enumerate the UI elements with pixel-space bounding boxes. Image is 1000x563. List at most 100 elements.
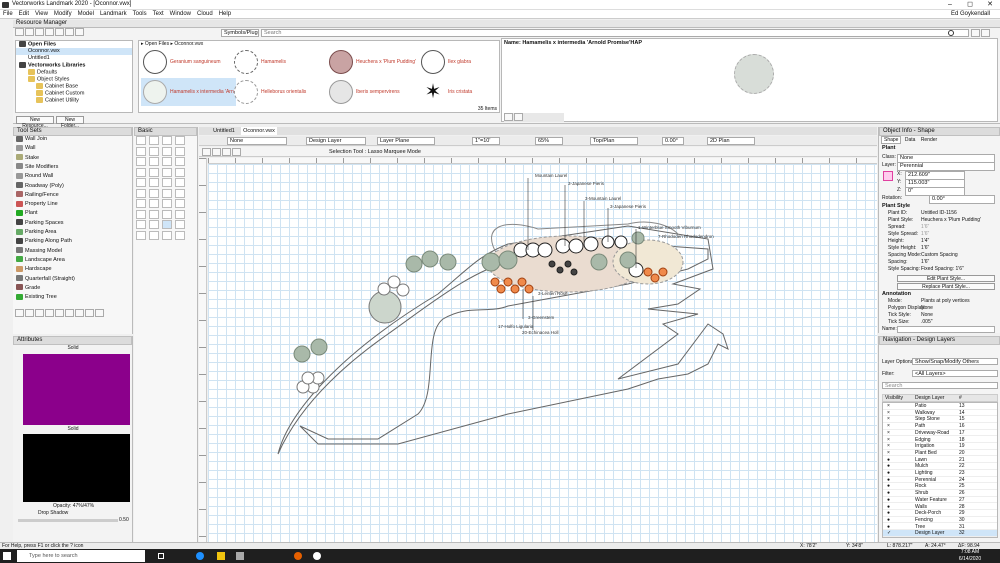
symbol-thumbnail[interactable] [421,50,445,74]
opacity-label[interactable]: Opacity: 47%/47% [53,503,94,509]
search-icon[interactable] [948,30,954,36]
menu-tools[interactable]: Tools [130,10,150,19]
tab-data[interactable]: Data [903,137,918,143]
rotation-field[interactable]: 0.00° [929,195,995,204]
grid-view-icon[interactable] [971,29,980,37]
tab-untitled1[interactable]: Untitled1 [209,127,239,135]
basic-tool-icon[interactable] [136,178,146,187]
selection-mode-icon[interactable] [202,148,211,156]
menu-edit[interactable]: Edit [16,10,32,19]
col-visibility[interactable]: Visibility [885,395,903,402]
layer-row[interactable]: ● Water Feature 27 [883,497,997,504]
fill-style-select[interactable]: Solid [15,345,131,352]
visibility-toggle[interactable]: ● [887,457,890,464]
layer-field[interactable]: Perennial [897,162,995,171]
basic-tool-icon[interactable] [149,136,159,145]
tool-item[interactable]: Parking Area [13,228,132,237]
tool-item[interactable]: Grade [13,284,132,293]
minimize-button[interactable]: – [940,0,960,10]
basic-tool-icon[interactable] [162,188,172,198]
scale-select[interactable]: 1"=10' [472,137,500,145]
tool-item[interactable]: Parking Spaces [13,219,132,228]
rectangle-mode-icon[interactable] [222,148,231,156]
symbol-thumbnail[interactable] [234,50,258,74]
menu-help[interactable]: Help [216,10,234,19]
layer-row[interactable]: ✓ Design Layer 32 [883,530,997,537]
name-field[interactable] [897,326,995,333]
basic-tool-icon[interactable] [136,136,146,145]
col-number[interactable]: # [959,395,962,402]
new-folder-button[interactable]: New Folder... [56,116,84,129]
visibility-toggle[interactable]: × [887,430,890,437]
visibility-toggle[interactable]: × [887,403,890,410]
user-name[interactable]: Ed Goykendall [951,10,990,19]
resource-search-input[interactable]: Search [261,29,969,37]
tool-item[interactable]: Hardscape [13,265,132,274]
tool-item[interactable]: Round Wall [13,172,132,181]
tool-item[interactable]: Railing/Fence [13,191,132,200]
edit-plant-style-button[interactable]: Edit Plant Style... [897,275,995,282]
menu-model[interactable]: Model [75,10,97,19]
oi-value[interactable]: Fixed Spacing: 1'6" [919,266,997,273]
layer-row[interactable]: × Plant Bed 20 [883,450,997,457]
basic-tool-icon[interactable] [149,188,159,198]
new-resource-button[interactable]: New Resource... [16,116,54,129]
vectorworks-icon[interactable] [313,552,321,560]
toolset-icon[interactable] [95,309,104,317]
basic-tool-icon[interactable] [162,209,172,219]
toolset-icon[interactable] [15,309,24,317]
layer-row[interactable]: × Patio 13 [883,403,997,410]
line-weight-slider[interactable] [18,519,118,522]
visibility-toggle[interactable]: ● [887,477,890,484]
oi-value[interactable]: Custom Spacing [919,252,997,259]
basic-tool-icon[interactable] [162,146,172,156]
menu-text[interactable]: Text [150,10,167,19]
layer-row[interactable]: × Path 16 [883,423,997,430]
position-anchor-icon[interactable] [883,171,893,181]
tool-item[interactable]: Plant [13,209,132,218]
symbol-name[interactable]: Geranium sanguineum [170,59,221,65]
task-view-icon[interactable] [158,553,164,559]
basic-tool-icon[interactable] [175,146,185,156]
basic-tool-icon[interactable] [162,136,172,145]
symbol-thumbnail[interactable] [143,80,167,104]
layer-search-input[interactable]: Search [882,382,998,389]
render-mode-icon[interactable] [504,113,513,121]
calculator-icon[interactable] [236,552,244,560]
visibility-toggle[interactable]: × [887,410,890,417]
visibility-toggle[interactable]: × [887,443,890,450]
tool-item[interactable]: Property Line [13,200,132,209]
basic-tool-icon[interactable] [136,230,146,240]
layer-row[interactable]: ● Walls 28 [883,504,997,511]
basic-tool-icon[interactable] [136,220,146,229]
symbol-thumbnail[interactable] [143,50,167,74]
layer-row[interactable]: ● Perennial 24 [883,477,997,484]
toolset-icon[interactable] [45,309,54,317]
basic-tool-icon[interactable] [136,157,146,166]
layer-row[interactable]: × Step Stone 15 [883,416,997,423]
basic-tool-icon[interactable] [136,146,146,156]
oi-value[interactable]: None [919,312,997,319]
layer-row[interactable]: × Edging 18 [883,437,997,444]
edge-icon[interactable] [196,552,204,560]
line-weight-value[interactable]: 0.50 [119,517,129,523]
symbol-name[interactable]: Helleborus orientalis [261,89,306,95]
layer-row[interactable]: × Walkway 14 [883,410,997,417]
visibility-toggle[interactable]: ✓ [887,530,891,537]
visibility-toggle[interactable]: ● [887,510,890,517]
visibility-toggle[interactable]: ● [887,517,890,524]
oi-value[interactable]: .005" [919,319,997,326]
oi-value[interactable]: Plants at poly vertices [919,298,997,305]
lasso-mode-icon[interactable] [212,148,221,156]
symbol-name[interactable]: Heuchera x 'Plum Pudding' [356,59,416,65]
symbol-name[interactable]: Hamamelis x intermedia 'Arno... [170,89,241,95]
pen-style-select[interactable]: Solid [15,426,131,433]
oi-value[interactable]: None [919,305,997,312]
folder-icon[interactable] [35,28,44,36]
basic-tool-icon[interactable] [175,199,185,208]
symbol-name[interactable]: Hamamelis [261,59,286,65]
tool-item[interactable]: Wall Join [13,135,132,144]
tool-item[interactable]: Massing Model [13,247,132,256]
toolset-icon[interactable] [35,309,44,317]
symbol-thumbnail[interactable] [234,80,258,104]
